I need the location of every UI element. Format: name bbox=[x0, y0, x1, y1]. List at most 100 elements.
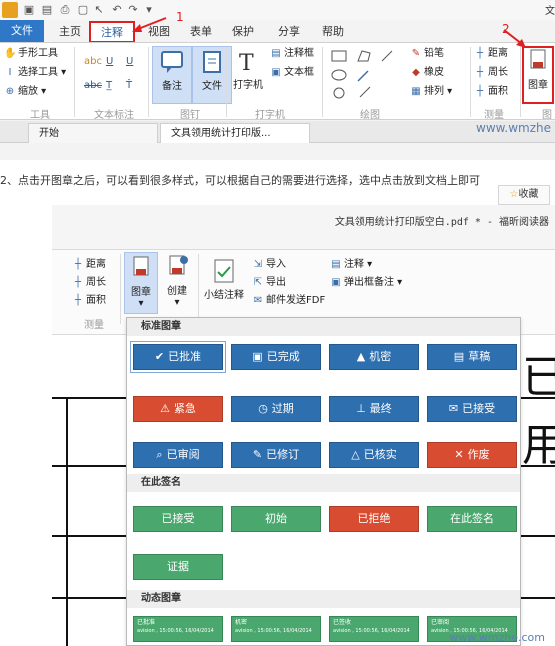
eraser-icon: ◆ bbox=[412, 67, 420, 78]
stamp-icon bbox=[530, 49, 546, 69]
stamp-option[interactable]: ⌕ 已审阅 bbox=[133, 442, 223, 468]
tab-help[interactable]: 帮助 bbox=[316, 22, 350, 42]
comment-label: 注释 bbox=[344, 259, 364, 270]
separator bbox=[74, 47, 75, 117]
undo-icon[interactable]: ↶ bbox=[110, 3, 124, 17]
area-button[interactable]: ┼ 面积 bbox=[474, 85, 508, 99]
arrange-button[interactable]: ▦ 排列 ▾ bbox=[410, 85, 452, 99]
note-button[interactable]: 备注 bbox=[152, 46, 192, 104]
comment-ribbon: ✋ 手形工具 Ⅰ 选择工具 ▾ ⊕ 缩放 ▾ 工具 abc U U abc T̲ T̂… bbox=[0, 42, 555, 121]
dynamic-stamp-meta: avision , 15:00:56, 16/04/2014 bbox=[235, 628, 312, 634]
eraser-label: 橡皮 bbox=[424, 67, 444, 78]
stamp-option[interactable]: 已拒绝 bbox=[329, 506, 419, 532]
stamp-label: 图章 bbox=[131, 287, 151, 298]
new-doc-icon[interactable]: ▢ bbox=[76, 3, 90, 17]
ellipse-icon bbox=[331, 69, 347, 81]
stamp-button[interactable]: 图章 ▾ bbox=[124, 252, 158, 314]
area-icon: ┼ bbox=[476, 86, 484, 97]
tab-home[interactable]: 主页 bbox=[52, 22, 88, 42]
email-fdf-button[interactable]: ✉ 邮件发送FDF bbox=[252, 294, 325, 308]
summary-comments-button[interactable]: 小结注释 bbox=[202, 256, 246, 314]
dynamic-stamp-meta: avision , 15:00:56, 16/04/2014 bbox=[137, 628, 214, 634]
separator bbox=[226, 47, 227, 117]
document-tabs: 开始 文具领用统计打印版... bbox=[0, 121, 555, 143]
dynamic-stamp-option[interactable]: 机密 avision , 15:00:56, 16/04/2014 bbox=[231, 616, 321, 642]
area-button[interactable]: ┼ 面积 bbox=[72, 294, 106, 308]
replace-text-button[interactable]: T̲ bbox=[106, 79, 112, 93]
rectangle-icon bbox=[331, 50, 347, 62]
perimeter-button[interactable]: ┼ 周长 bbox=[474, 66, 508, 80]
squiggly-button[interactable]: U bbox=[126, 55, 133, 69]
stamp-button[interactable]: 图章 bbox=[522, 46, 554, 104]
stamp-option[interactable]: ◷ 过期 bbox=[231, 396, 321, 422]
tab-current-document[interactable]: 文具领用统计打印版... bbox=[160, 123, 310, 143]
cursor-icon[interactable]: ↖ bbox=[92, 3, 106, 17]
email-icon: ✉ bbox=[253, 295, 263, 306]
tab-start[interactable]: 开始 bbox=[28, 123, 158, 143]
print-icon[interactable]: ⎙ bbox=[58, 3, 72, 17]
stamp-label: 已核实 bbox=[363, 448, 397, 461]
stamp-option[interactable]: 已接受 bbox=[133, 506, 223, 532]
stamp-option[interactable]: ⚠ 紧急 bbox=[133, 396, 223, 422]
strikeout-button[interactable]: abc bbox=[84, 79, 102, 93]
tab-form[interactable]: 表单 bbox=[184, 22, 218, 42]
stamp-option[interactable]: ▣ 已完成 bbox=[231, 344, 321, 370]
stamp-label: 已接受 bbox=[462, 402, 496, 415]
stamp-option[interactable]: ✎ 已修订 bbox=[231, 442, 321, 468]
table-line bbox=[66, 397, 68, 646]
tab-file[interactable]: 文件 bbox=[0, 20, 44, 42]
step-number-2: 2 bbox=[502, 22, 510, 36]
stamp-option[interactable]: ✔ 已批准 bbox=[130, 341, 226, 373]
hand-tool-button[interactable]: ✋ 手形工具 bbox=[4, 47, 58, 61]
window-title: 文 bbox=[545, 6, 555, 17]
tab-share[interactable]: 分享 bbox=[272, 22, 306, 42]
area-label: 面积 bbox=[86, 295, 106, 306]
create-stamp-button[interactable]: 创建 ▾ bbox=[160, 252, 194, 310]
stamp-label: 已接受 bbox=[161, 512, 195, 525]
save-icon[interactable]: ▤ bbox=[40, 3, 54, 17]
export-button[interactable]: ⇱ 导出 bbox=[252, 276, 286, 290]
email-label: 邮件发送FDF bbox=[266, 295, 326, 306]
stamp-option[interactable]: 证据 bbox=[133, 554, 223, 580]
stamp-option[interactable]: △ 已核实 bbox=[329, 442, 419, 468]
dynamic-stamp-option[interactable]: 已批准 avision , 15:00:56, 16/04/2014 bbox=[133, 616, 223, 642]
stamp-option[interactable]: ▲ 机密 bbox=[329, 344, 419, 370]
file-attach-icon bbox=[203, 51, 221, 73]
pencil-button[interactable]: ✎ 铅笔 bbox=[410, 47, 444, 61]
clock-icon: ◷ bbox=[258, 402, 268, 415]
open-folder-icon[interactable]: ▣ bbox=[22, 3, 36, 17]
quick-access-toolbar: ▣ ▤ ⎙ ▢ ↖ ↶ ↷ ▾ 文 bbox=[0, 0, 555, 20]
stamp-label: 在此签名 bbox=[450, 512, 494, 525]
eraser-button[interactable]: ◆ 橡皮 bbox=[410, 66, 444, 80]
textbox-label: 文本框 bbox=[284, 67, 314, 78]
underline-button[interactable]: U bbox=[106, 55, 113, 69]
callout-button[interactable]: ▤ 注释框 bbox=[270, 47, 314, 61]
stamp-option[interactable]: ✉ 已接受 bbox=[427, 396, 517, 422]
group-label-pin: 图钉 bbox=[180, 110, 200, 121]
hand-tool-label: 手形工具 bbox=[18, 48, 58, 59]
favorite-button[interactable]: ☆收藏 bbox=[498, 185, 550, 205]
group-label-measure: 测量 bbox=[84, 320, 104, 331]
stamp-option[interactable]: ▤ 草稿 bbox=[427, 344, 517, 370]
highlight-button[interactable]: abc bbox=[84, 55, 102, 69]
insert-text-button[interactable]: T̂ bbox=[126, 79, 132, 93]
app-logo-icon bbox=[2, 2, 18, 18]
note-label: 备注 bbox=[162, 81, 182, 92]
stamp-option[interactable]: 在此签名 bbox=[427, 506, 517, 532]
stamp-option[interactable]: ⊥ 最终 bbox=[329, 396, 419, 422]
stamp-label: 已修订 bbox=[266, 448, 300, 461]
popup-note-dropdown[interactable]: ▣ 弹出框备注 ▾ bbox=[330, 276, 402, 290]
dynamic-stamp-option[interactable]: 已签收 avision , 15:00:56, 16/04/2014 bbox=[329, 616, 419, 642]
import-button[interactable]: ⇲ 导入 bbox=[252, 258, 286, 272]
tab-protect[interactable]: 保护 bbox=[226, 22, 260, 42]
typewriter-button[interactable]: T 打字机 bbox=[230, 46, 266, 104]
comment-dropdown[interactable]: ▤ 注释 ▾ bbox=[330, 258, 372, 272]
group-label-text-markup: 文本标注 bbox=[94, 110, 134, 121]
stamp-option[interactable]: 初始 bbox=[231, 506, 321, 532]
zoom-button[interactable]: ⊕ 缩放 ▾ bbox=[4, 85, 46, 99]
distance-button[interactable]: ┼ 距离 bbox=[72, 258, 106, 272]
select-tool-button[interactable]: Ⅰ 选择工具 ▾ bbox=[4, 66, 67, 80]
stamp-option[interactable]: ✕ 作废 bbox=[427, 442, 517, 468]
textbox-button[interactable]: ▣ 文本框 bbox=[270, 66, 314, 80]
perimeter-button[interactable]: ┼ 周长 bbox=[72, 276, 106, 290]
